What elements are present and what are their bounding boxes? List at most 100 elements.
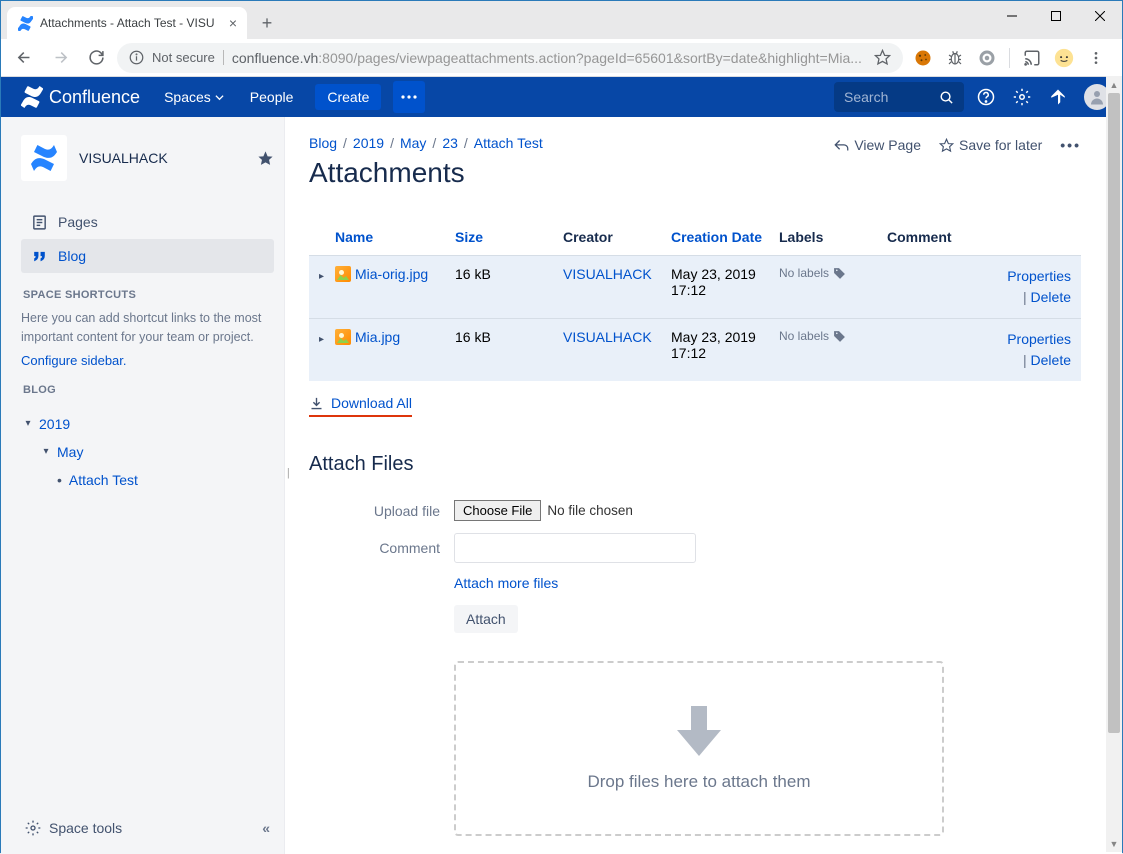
properties-link[interactable]: Properties [1007, 331, 1071, 347]
page-title: Attachments [309, 157, 543, 189]
breadcrumb-link[interactable]: Attach Test [474, 135, 543, 151]
scrollbar-thumb[interactable] [1108, 93, 1120, 733]
sidebar-item-pages[interactable]: Pages [21, 205, 274, 239]
nav-people[interactable]: People [240, 77, 304, 117]
space-logo-icon[interactable] [21, 135, 67, 181]
attachment-creator-link[interactable]: VISUALHACK [563, 329, 671, 345]
attach-more-files-link[interactable]: Attach more files [454, 575, 558, 591]
table-header-row: Name Size Creator Creation Date Labels C… [309, 229, 1081, 255]
breadcrumb-link[interactable]: 2019 [353, 135, 384, 151]
configure-sidebar-link[interactable]: Configure sidebar. [21, 353, 274, 368]
attach-files-heading: Attach Files [309, 453, 1081, 476]
image-file-icon [335, 329, 351, 345]
table-row: ▸ Mia-orig.jpg 16 kB VISUALHACK May 23, … [309, 255, 1081, 318]
header-more-button[interactable] [393, 81, 425, 113]
tab-close-icon[interactable]: × [229, 15, 237, 31]
extension-bug-icon[interactable] [941, 44, 969, 72]
image-file-icon [335, 266, 351, 282]
url-text: confluence.vh:8090/pages/viewpageattachm… [232, 50, 866, 66]
col-header-creator[interactable]: Creator [563, 229, 671, 245]
delete-link[interactable]: Delete [1031, 289, 1071, 305]
main-content: Blog/ 2019/ May/ 23/ Attach Test Attachm… [285, 117, 1105, 854]
breadcrumb-link[interactable]: May [400, 135, 426, 151]
info-icon [129, 50, 144, 65]
view-page-link[interactable]: View Page [834, 137, 921, 153]
col-header-date[interactable]: Creation Date [671, 229, 779, 245]
download-icon [309, 396, 324, 411]
space-tools-button[interactable]: Space tools [25, 820, 122, 836]
space-star-icon[interactable] [257, 150, 274, 167]
browser-toolbar: Not secure confluence.vh:8090/pages/view… [1, 39, 1122, 77]
save-for-later-link[interactable]: Save for later [939, 137, 1042, 153]
dropzone-text: Drop files here to attach them [587, 772, 810, 792]
window-close-button[interactable] [1078, 1, 1122, 31]
gear-icon [25, 820, 41, 836]
address-bar[interactable]: Not secure confluence.vh:8090/pages/view… [117, 43, 903, 73]
col-header-comment[interactable]: Comment [887, 229, 987, 245]
collapse-sidebar-icon[interactable]: « [262, 820, 270, 836]
window-minimize-button[interactable] [990, 1, 1034, 31]
extension-circle-icon[interactable] [973, 44, 1001, 72]
settings-icon[interactable] [1006, 81, 1038, 113]
browser-menu-icon[interactable] [1082, 44, 1110, 72]
forward-button[interactable] [45, 43, 75, 73]
cast-icon[interactable] [1018, 44, 1046, 72]
tree-node-month[interactable]: ▾May [21, 438, 274, 466]
nav-spaces[interactable]: Spaces [154, 77, 234, 117]
delete-link[interactable]: Delete [1031, 352, 1071, 368]
new-tab-button[interactable]: + [253, 9, 281, 37]
col-header-size[interactable]: Size [455, 229, 563, 245]
scrollbar-down-icon[interactable]: ▼ [1106, 835, 1122, 852]
extension-cookie-icon[interactable] [909, 44, 937, 72]
sidebar-item-blog[interactable]: Blog [21, 239, 274, 273]
attachment-name-link[interactable]: Mia.jpg [335, 329, 455, 345]
chevron-down-icon [215, 93, 224, 102]
search-icon [939, 90, 954, 105]
star-icon [939, 138, 954, 153]
sidebar-section-shortcuts: SPACE SHORTCUTS [23, 289, 274, 301]
back-button[interactable] [9, 43, 39, 73]
help-icon[interactable] [970, 81, 1002, 113]
sidebar-item-label: Pages [58, 214, 98, 230]
properties-link[interactable]: Properties [1007, 268, 1071, 284]
attachment-labels[interactable]: No labels [779, 329, 887, 343]
tag-icon [833, 267, 846, 280]
breadcrumb-link[interactable]: Blog [309, 135, 337, 151]
search-placeholder: Search [844, 89, 888, 105]
search-input[interactable]: Search [834, 82, 964, 112]
product-name: Confluence [49, 87, 140, 108]
tree-node-page[interactable]: •Attach Test [21, 466, 274, 494]
confluence-logo[interactable]: Confluence [13, 86, 148, 108]
attachment-size: 16 kB [455, 329, 563, 345]
col-header-labels[interactable]: Labels [779, 229, 887, 245]
bullet-icon: • [57, 472, 62, 488]
expand-row-icon[interactable]: ▸ [319, 334, 324, 345]
breadcrumb-link[interactable]: 23 [442, 135, 458, 151]
browser-tab[interactable]: Attachments - Attach Test - VISU × [7, 7, 247, 39]
reload-button[interactable] [81, 43, 111, 73]
space-name[interactable]: VISUALHACK [79, 150, 245, 166]
tree-node-year[interactable]: ▾2019 [21, 410, 274, 438]
bookmark-star-icon[interactable] [874, 49, 891, 66]
sidebar-section-blog: BLOG [23, 384, 274, 396]
download-all-link[interactable]: Download All [309, 395, 412, 417]
reply-arrow-icon [834, 139, 849, 152]
page-more-icon[interactable]: ••• [1060, 137, 1081, 153]
attachment-creator-link[interactable]: VISUALHACK [563, 266, 671, 282]
expand-row-icon[interactable]: ▸ [319, 271, 324, 282]
choose-file-button[interactable]: Choose File [454, 500, 541, 521]
scrollbar[interactable]: ▲ ▼ [1106, 76, 1122, 852]
attachment-labels[interactable]: No labels [779, 266, 887, 280]
notifications-icon[interactable] [1042, 81, 1074, 113]
profile-avatar-icon[interactable] [1050, 44, 1078, 72]
window-maximize-button[interactable] [1034, 1, 1078, 31]
attach-submit-button[interactable]: Attach [454, 605, 518, 633]
col-header-name[interactable]: Name [335, 229, 455, 245]
scrollbar-up-icon[interactable]: ▲ [1106, 76, 1122, 93]
create-button[interactable]: Create [315, 84, 381, 110]
attachment-date: May 23, 2019 17:12 [671, 266, 779, 298]
comment-input[interactable] [454, 533, 696, 563]
file-dropzone[interactable]: Drop files here to attach them [454, 661, 944, 836]
attachment-name-link[interactable]: Mia-orig.jpg [335, 266, 455, 282]
sidebar-shortcuts-hint: Here you can add shortcut links to the m… [21, 309, 274, 347]
